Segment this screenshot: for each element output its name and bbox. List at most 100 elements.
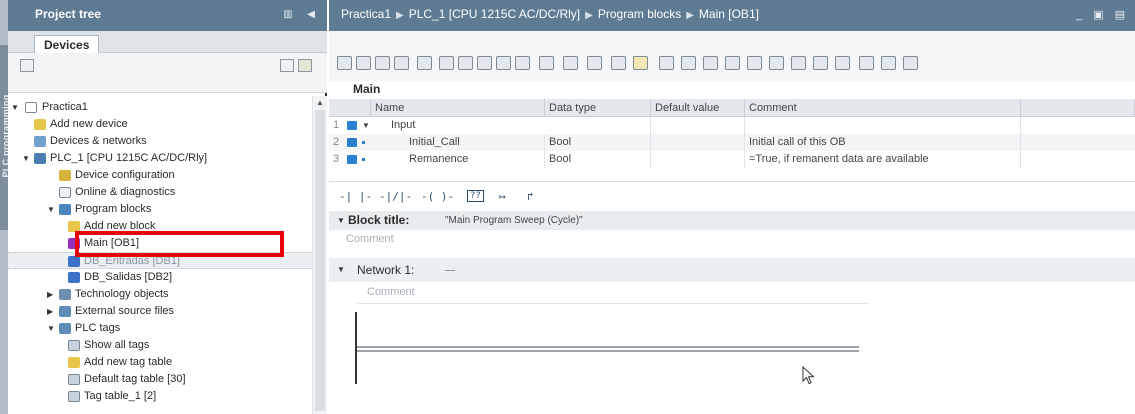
param-type[interactable]	[545, 117, 651, 134]
tree-item-add-new-tag-table[interactable]: Add new tag table	[8, 354, 312, 371]
interface-row[interactable]: 1 ▼ Input	[329, 117, 1135, 134]
expanded-arrow-icon[interactable]: ▼	[362, 117, 370, 134]
tree-item-device-configuration[interactable]: Device configuration	[8, 167, 312, 184]
coil-icon[interactable]: -( )-	[421, 190, 454, 203]
network-overview-icon[interactable]	[611, 56, 626, 70]
column-comment[interactable]: Comment	[745, 99, 1021, 117]
expanded-arrow-icon[interactable]: ▼	[22, 150, 32, 167]
breadcrumb-plc[interactable]: PLC_1 [CPU 1215C AC/DC/Rly]	[409, 7, 580, 21]
step-over-icon[interactable]	[769, 56, 784, 70]
breakpoint-icon[interactable]	[747, 56, 762, 70]
collapsed-arrow-icon[interactable]: ▶	[47, 303, 57, 320]
tree-item-plc[interactable]: ▼ PLC_1 [CPU 1215C AC/DC/Rly]	[8, 150, 312, 167]
tree-item-external-source-files[interactable]: ▶ External source files	[8, 303, 312, 320]
comment-icon[interactable]	[496, 56, 511, 70]
tab-devices[interactable]: Devices	[34, 35, 100, 54]
paste-icon[interactable]	[394, 56, 409, 70]
step-into-icon[interactable]	[791, 56, 806, 70]
param-name[interactable]: Input	[371, 117, 545, 134]
param-type[interactable]: Bool	[545, 151, 651, 168]
ladder-rung[interactable]	[329, 304, 1135, 414]
param-comment[interactable]: Initial call of this OB	[745, 134, 1021, 151]
param-default[interactable]	[651, 134, 745, 151]
network-header[interactable]: ▼ Network 1:	[329, 258, 1135, 282]
bookmark-icon[interactable]	[633, 56, 648, 70]
cross-reference-icon[interactable]	[835, 56, 850, 70]
param-default[interactable]	[651, 151, 745, 168]
collapse-all-icon[interactable]	[563, 56, 578, 70]
collapsed-arrow-icon[interactable]: ▶	[47, 286, 57, 303]
project-tree-scrollbar[interactable]: ▲	[312, 96, 327, 414]
print-icon[interactable]	[20, 59, 34, 72]
close-branch-icon[interactable]: ↱	[527, 190, 534, 203]
link-icon[interactable]	[298, 59, 312, 72]
window-controls-icon[interactable]: _ ▣ ▤	[1076, 8, 1129, 21]
tree-item-project[interactable]: ▼ Practica1	[8, 99, 312, 116]
rung-wire[interactable]	[357, 350, 859, 352]
expanded-arrow-icon[interactable]: ▼	[337, 211, 345, 230]
pane-collapse-icon[interactable]: ▥ ◀	[283, 9, 321, 20]
param-name[interactable]: Initial_Call	[371, 134, 545, 151]
tree-item-plc-tags[interactable]: ▼ PLC tags	[8, 320, 312, 337]
param-name[interactable]: Remanence	[371, 151, 545, 168]
tree-item-tag-table-1[interactable]: Tag table_1 [2]	[8, 388, 312, 405]
block-comment[interactable]: Comment	[346, 233, 394, 245]
network-comment-box[interactable]: Comment	[357, 282, 869, 304]
rung-wire[interactable]	[357, 346, 859, 348]
insert-row-icon[interactable]	[417, 56, 432, 70]
plc-programming-tab[interactable]: PLC programming	[0, 45, 11, 230]
column-name[interactable]: Name	[371, 99, 545, 117]
call-hierarchy-icon[interactable]	[813, 56, 828, 70]
breadcrumb-program-blocks[interactable]: Program blocks	[598, 7, 681, 21]
tree-item-show-all-tags[interactable]: Show all tags	[8, 337, 312, 354]
block-title-value[interactable]: "Main Program Sweep (Cycle)"	[445, 211, 583, 230]
column-default-value[interactable]: Default value	[651, 99, 745, 117]
expanded-arrow-icon[interactable]: ▼	[47, 320, 57, 337]
align-left-icon[interactable]	[439, 56, 454, 70]
expanded-arrow-icon[interactable]: ▼	[337, 258, 345, 282]
tree-item-add-new-device[interactable]: Add new device	[8, 116, 312, 133]
show-absolute-icon[interactable]	[587, 56, 602, 70]
param-default[interactable]	[651, 117, 745, 134]
tree-item-default-tag-table[interactable]: Default tag table [30]	[8, 371, 312, 388]
tree-item-devices-networks[interactable]: Devices & networks	[8, 133, 312, 150]
tree-item-online-diagnostics[interactable]: Online & diagnostics	[8, 184, 312, 201]
empty-box-icon[interactable]: ??	[467, 190, 484, 202]
expand-all-icon[interactable]	[539, 56, 554, 70]
go-online-icon[interactable]	[659, 56, 674, 70]
block-title-bar[interactable]: ▼ Block title: "Main Program Sweep (Cycl…	[329, 211, 1135, 230]
snapshot-icon[interactable]	[859, 56, 874, 70]
align-right-icon[interactable]	[477, 56, 492, 70]
scroll-thumb[interactable]	[315, 110, 325, 411]
compare-icon[interactable]	[903, 56, 918, 70]
interface-row[interactable]: 2 Initial_Call Bool Initial call of this…	[329, 134, 1135, 151]
column-data-type[interactable]: Data type	[545, 99, 651, 117]
tree-item-db-salidas[interactable]: DB_Salidas [DB2]	[8, 269, 312, 286]
project-tree-tabbar: Devices	[8, 31, 327, 54]
modify-value-icon[interactable]	[703, 56, 718, 70]
monitor-icon[interactable]	[681, 56, 696, 70]
overview-icon[interactable]	[280, 59, 294, 72]
interface-row[interactable]: 3 Remanence Bool =True, if remanent data…	[329, 151, 1135, 168]
favorites-icon[interactable]	[515, 56, 530, 70]
delete-network-icon[interactable]	[356, 56, 371, 70]
tree-item-technology-objects[interactable]: ▶ Technology objects	[8, 286, 312, 303]
no-contact-icon[interactable]: -| |-	[339, 190, 372, 203]
param-comment[interactable]: =True, if remanent data are available	[745, 151, 1021, 168]
align-center-icon[interactable]	[458, 56, 473, 70]
tree-item-program-blocks[interactable]: ▼ Program blocks	[8, 201, 312, 218]
breadcrumb-main[interactable]: Main [OB1]	[699, 7, 759, 21]
param-comment[interactable]	[745, 117, 1021, 134]
expanded-arrow-icon[interactable]: ▼	[47, 201, 57, 218]
breadcrumb-project[interactable]: Practica1	[341, 7, 391, 21]
network-title-field[interactable]	[445, 270, 455, 271]
open-branch-icon[interactable]: ↦	[499, 190, 506, 203]
force-value-icon[interactable]	[725, 56, 740, 70]
insert-network-icon[interactable]	[337, 56, 352, 70]
copy-icon[interactable]	[375, 56, 390, 70]
scroll-up-icon[interactable]: ▲	[316, 98, 324, 107]
param-type[interactable]: Bool	[545, 134, 651, 151]
expanded-arrow-icon[interactable]: ▼	[11, 99, 21, 116]
watch-icon[interactable]	[881, 56, 896, 70]
nc-contact-icon[interactable]: -|/|-	[379, 190, 412, 203]
